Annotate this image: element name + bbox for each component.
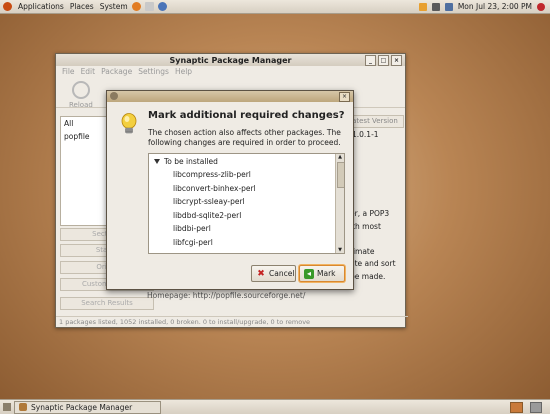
maximize-button[interactable]: □ bbox=[378, 55, 389, 66]
main-menubar: File Edit Package Settings Help bbox=[56, 66, 405, 77]
description-line: timate bbox=[350, 246, 375, 256]
changes-scrollbar[interactable]: ▲ ▼ bbox=[335, 154, 344, 253]
dialog-titlebar[interactable]: × bbox=[107, 91, 353, 102]
list-item[interactable]: libcrypt-ssleay-perl bbox=[173, 197, 245, 206]
group-label: To be installed bbox=[164, 157, 218, 166]
network-icon[interactable] bbox=[431, 2, 440, 11]
bottom-panel: Synaptic Package Manager bbox=[0, 399, 550, 414]
main-window-titlebar[interactable]: Synaptic Package Manager _ □ × bbox=[56, 54, 405, 66]
reload-label: Reload bbox=[69, 101, 93, 109]
main-statusbar: 1 packages listed, 1052 installed, 0 bro… bbox=[56, 316, 408, 328]
main-window-title: Synaptic Package Manager bbox=[169, 55, 292, 65]
mark-button[interactable]: ◂ Mark bbox=[299, 265, 345, 282]
power-icon[interactable] bbox=[537, 2, 545, 11]
description-line bbox=[350, 233, 396, 246]
workspace-switcher-icon[interactable] bbox=[510, 402, 523, 413]
reload-button[interactable]: Reload bbox=[69, 81, 93, 109]
mark-changes-dialog: × Mark additional required changes? The … bbox=[106, 90, 354, 290]
list-item[interactable]: libdbd-sqlite2-perl bbox=[173, 211, 241, 220]
latest-version-value: 1.0.1-1 bbox=[352, 130, 379, 139]
search-results-button[interactable]: Search Results bbox=[60, 297, 154, 310]
taskbar-synaptic-button[interactable]: Synaptic Package Manager bbox=[14, 400, 161, 414]
description-line: ate and sort bbox=[350, 259, 396, 268]
cancel-icon: ✖ bbox=[257, 268, 265, 279]
scroll-down-icon[interactable]: ▼ bbox=[337, 247, 343, 253]
close-button[interactable]: × bbox=[391, 55, 402, 66]
top-panel: Applications Places System Mon Jul 23, 2… bbox=[0, 0, 550, 14]
cancel-button[interactable]: ✖ Cancel bbox=[251, 265, 296, 282]
menu-help[interactable]: Help bbox=[175, 67, 192, 76]
list-item[interactable]: libfcgi-perl bbox=[173, 238, 213, 247]
dialog-heading: Mark additional required changes? bbox=[148, 110, 345, 121]
mark-label: Mark bbox=[317, 269, 336, 278]
scroll-up-icon[interactable]: ▲ bbox=[337, 154, 343, 160]
firefox-icon[interactable] bbox=[131, 2, 141, 11]
list-item[interactable]: libcompress-zlib-perl bbox=[173, 170, 251, 179]
show-desktop-icon[interactable] bbox=[3, 403, 11, 411]
menu-settings[interactable]: Settings bbox=[138, 67, 169, 76]
update-notifier-icon[interactable] bbox=[418, 2, 427, 11]
package-description: er, a POP3 ith most timate ate and sort … bbox=[350, 208, 396, 283]
clock[interactable]: Mon Jul 23, 2:00 PM bbox=[458, 2, 532, 11]
description-line: be made. bbox=[350, 271, 386, 281]
menu-package[interactable]: Package bbox=[101, 67, 132, 76]
mark-icon: ◂ bbox=[304, 268, 314, 279]
trash-icon[interactable] bbox=[530, 402, 542, 413]
ubuntu-logo-icon[interactable] bbox=[3, 2, 12, 11]
menu-file[interactable]: File bbox=[62, 67, 75, 76]
help-icon[interactable] bbox=[157, 2, 167, 11]
menu-applications[interactable]: Applications bbox=[18, 2, 64, 11]
homepage-text: Homepage: http://popfile.sourceforge.net… bbox=[147, 291, 306, 300]
volume-icon[interactable] bbox=[444, 2, 453, 11]
scroll-thumb[interactable] bbox=[337, 162, 344, 188]
mail-icon[interactable] bbox=[144, 2, 154, 11]
lightbulb-icon bbox=[121, 113, 137, 137]
minimize-button[interactable]: _ bbox=[365, 55, 376, 66]
changes-list[interactable]: To be installed libcompress-zlib-perl li… bbox=[148, 153, 345, 254]
menu-edit[interactable]: Edit bbox=[81, 67, 96, 76]
taskbar-label: Synaptic Package Manager bbox=[31, 402, 133, 412]
menu-places[interactable]: Places bbox=[70, 2, 94, 11]
cancel-label: Cancel bbox=[269, 269, 295, 278]
dialog-close-button[interactable]: × bbox=[339, 92, 350, 102]
list-item[interactable]: libconvert-binhex-perl bbox=[173, 184, 256, 193]
dialog-description: The chosen action also affects other pac… bbox=[148, 128, 341, 147]
synaptic-icon bbox=[110, 92, 118, 100]
expander-triangle-icon[interactable] bbox=[154, 159, 160, 164]
synaptic-task-icon bbox=[19, 403, 27, 411]
menu-system[interactable]: System bbox=[100, 2, 128, 11]
list-item[interactable]: libdbi-perl bbox=[173, 224, 211, 233]
reload-icon bbox=[71, 81, 90, 99]
description-line: er, a POP3 bbox=[350, 209, 390, 218]
group-to-be-installed[interactable]: To be installed bbox=[154, 157, 218, 166]
description-line: ith most bbox=[350, 221, 381, 231]
